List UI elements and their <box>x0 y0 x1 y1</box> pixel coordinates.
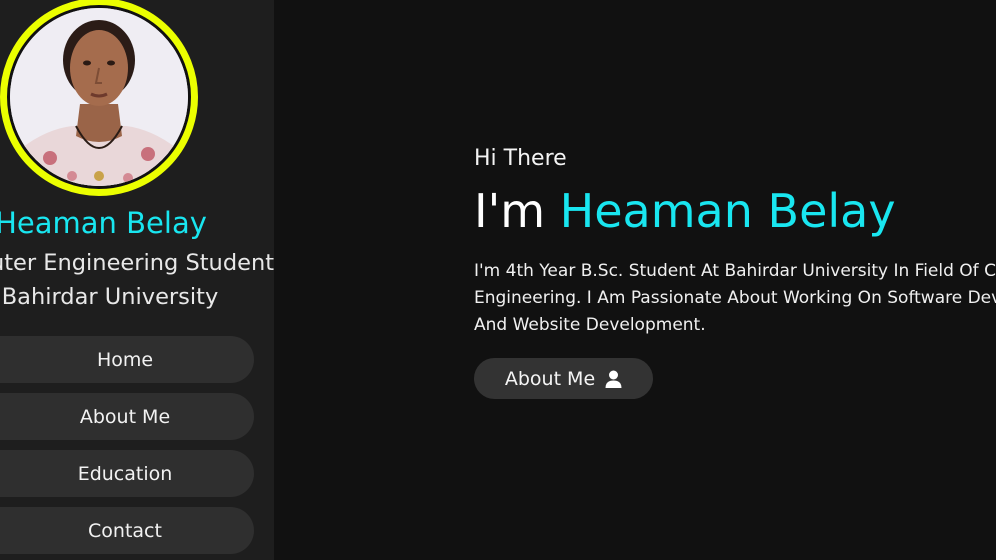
sidebar: Heaman Belay uter Engineering Student Ba… <box>0 0 274 560</box>
nav-education-button[interactable]: Education <box>0 450 254 497</box>
sidebar-name: Heaman Belay <box>0 206 207 240</box>
sidebar-role: uter Engineering Student <box>0 250 274 276</box>
headline-prefix: I'm <box>474 184 560 238</box>
user-icon <box>605 370 622 388</box>
intro-line: And Website Development. <box>474 315 706 335</box>
intro-line: I'm 4th Year B.Sc. Student At Bahirdar U… <box>474 261 996 281</box>
nav-about-button[interactable]: About Me <box>0 393 254 440</box>
sidebar-school: Bahirdar University <box>1 284 219 310</box>
nav-home-button[interactable]: Home <box>0 336 254 383</box>
about-me-button[interactable]: About Me <box>474 358 653 399</box>
headline-name: Heaman Belay <box>559 184 896 238</box>
hero-headline: I'm Heaman Belay <box>474 184 896 238</box>
hero-greeting: Hi There <box>474 146 567 171</box>
profile-photo <box>10 8 188 186</box>
about-me-label: About Me <box>504 367 596 390</box>
portfolio-page: Heaman Belay uter Engineering Student Ba… <box>0 0 996 560</box>
hero-intro: I'm 4th Year B.Sc. Student At Bahirdar U… <box>474 258 996 339</box>
nav-contact-button[interactable]: Contact <box>0 507 254 554</box>
avatar <box>0 0 198 196</box>
intro-line: Engineering. I Am Passionate About Worki… <box>474 288 996 308</box>
